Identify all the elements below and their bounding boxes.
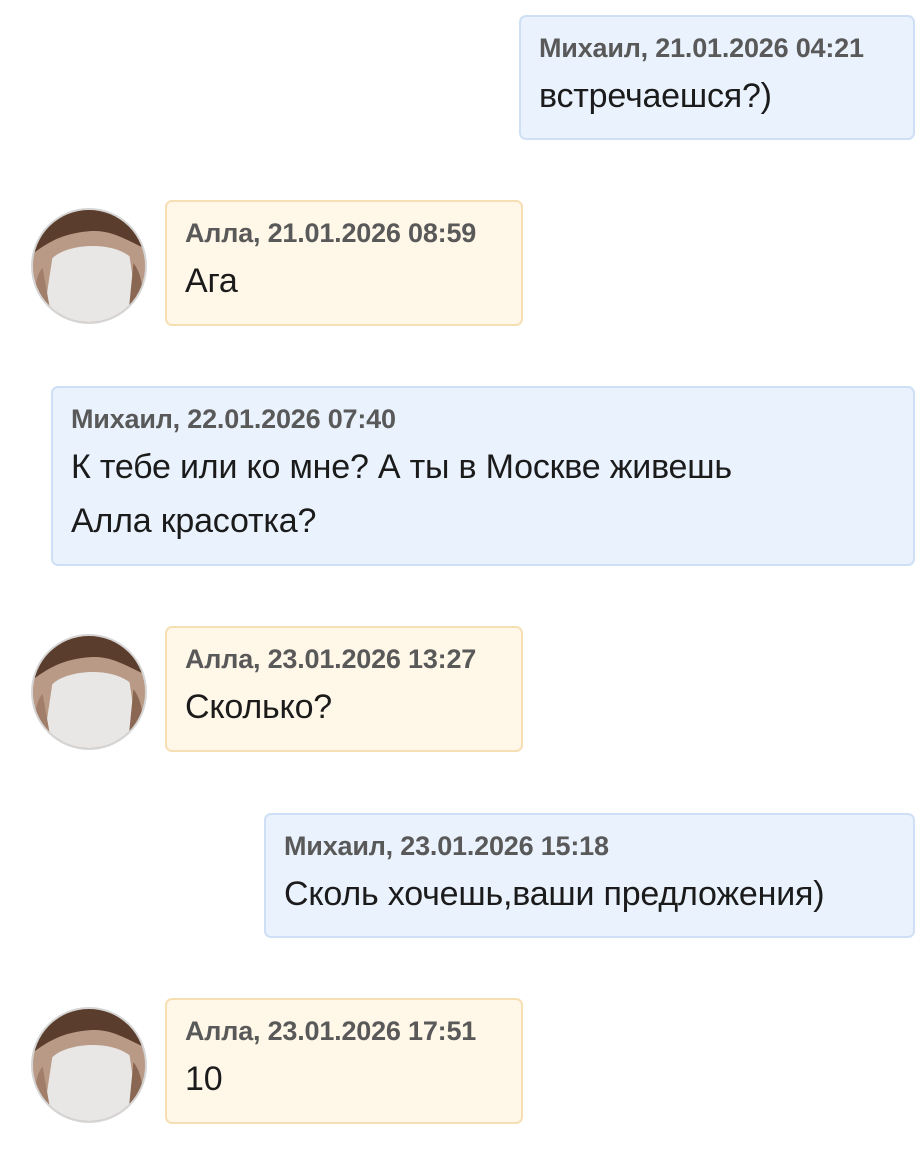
message-bubble-outgoing[interactable]: Михаил, 22.01.2026 07:40 К тебе или ко м…: [51, 386, 915, 566]
message-bubble-outgoing[interactable]: Михаил, 21.01.2026 04:21 встречаешся?): [519, 15, 915, 140]
message-bubble-incoming[interactable]: Алла, 23.01.2026 13:27 Сколько?: [165, 626, 523, 752]
avatar-photo: [33, 210, 145, 322]
message-meta: Алла, 23.01.2026 13:27: [185, 644, 477, 674]
message-text-line: К тебе или ко мне? А ты в Москве живешь: [71, 448, 732, 486]
avatar[interactable]: [31, 1007, 147, 1123]
avatar-photo: [33, 636, 145, 748]
message-text: Сколь хочешь,ваши предложения): [284, 875, 825, 913]
message-bubble-incoming[interactable]: Алла, 23.01.2026 17:51 10: [165, 998, 523, 1124]
message-meta: Алла, 21.01.2026 08:59: [185, 218, 477, 248]
avatar-photo: [33, 1009, 145, 1121]
message-meta: Михаил, 23.01.2026 15:18: [284, 831, 609, 861]
message-bubble-outgoing[interactable]: Михаил, 23.01.2026 15:18 Сколь хочешь,ва…: [264, 813, 915, 938]
message-text: Ага: [185, 262, 238, 300]
message-text: встречаешся?): [539, 77, 772, 115]
avatar[interactable]: [31, 208, 147, 324]
message-bubble-incoming[interactable]: Алла, 21.01.2026 08:59 Ага: [165, 200, 523, 326]
message-text: К тебе или ко мне? А ты в Москве живешь …: [71, 440, 895, 548]
message-meta: Михаил, 22.01.2026 07:40: [71, 404, 396, 434]
message-text-line: Алла красотка?: [71, 502, 317, 540]
message-meta: Михаил, 21.01.2026 04:21: [539, 33, 864, 63]
chat-message-list[interactable]: Михаил, 21.01.2026 04:21 встречаешся?) А…: [0, 0, 919, 1149]
message-text: Сколько?: [185, 688, 333, 726]
message-text: 10: [185, 1060, 223, 1098]
avatar[interactable]: [31, 634, 147, 750]
message-meta: Алла, 23.01.2026 17:51: [185, 1016, 477, 1046]
